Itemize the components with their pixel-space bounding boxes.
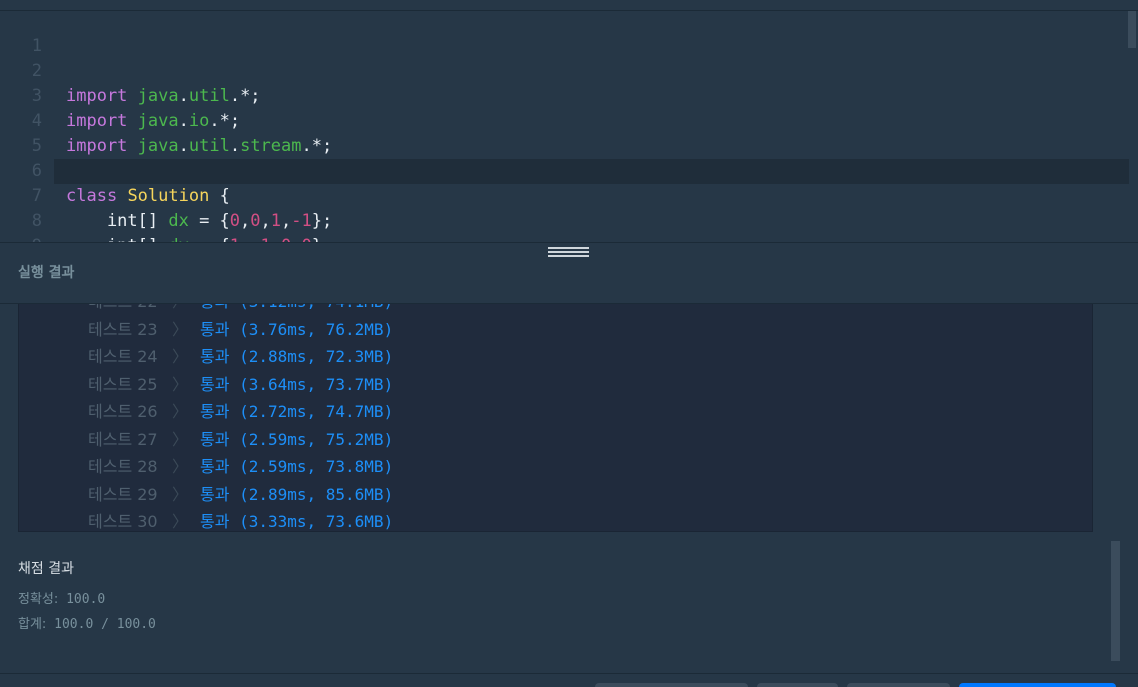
line-number: 9 — [0, 234, 42, 242]
result-row: 테스트 29 〉 통과 (2.89ms, 85.6MB) — [19, 481, 1092, 508]
code-line[interactable]: 2 — [0, 59, 1128, 84]
test-name: 테스트 28 — [88, 457, 158, 476]
test-status: 통과 (3.12ms, 74.1MB) — [200, 304, 393, 315]
total-label: 합계: — [18, 617, 47, 632]
chevron-right-icon: 〉 — [172, 319, 189, 339]
test-name: 테스트 25 — [88, 374, 158, 394]
result-row: 테스트 24 〉 통과 (2.88ms, 72.3MB) — [19, 343, 1092, 370]
code-text: import java.util.stream.*; — [66, 136, 333, 156]
editor-scrollbar[interactable] — [1128, 11, 1136, 48]
test-status: 통과 (2.72ms, 74.7MB) — [200, 402, 394, 421]
test-name: 테스트 27 — [88, 429, 158, 449]
accuracy-line: 정확성: 100.0 — [18, 591, 156, 616]
code-line[interactable]: 4 import java.io.*; — [0, 109, 1128, 134]
line-number: 6 — [31, 161, 42, 181]
result-row: 테스트 30 〉 통과 (3.33ms, 73.6MB) — [19, 508, 1092, 531]
output-scrollbar[interactable] — [1111, 541, 1120, 661]
code-line[interactable]: 5 import java.util.stream.*; — [0, 134, 1128, 159]
code-line[interactable]: 7 class Solution { — [0, 184, 1128, 209]
result-row: 테스트 25 〉 통과 (3.64ms, 73.7MB) — [19, 371, 1092, 398]
total-line: 합계: 100.0 / 100.0 — [18, 616, 156, 641]
chevron-right-icon: 〉 — [172, 347, 189, 366]
toolbar-button-1[interactable] — [595, 683, 748, 687]
test-status: 통과 (2.59ms, 73.8MB) — [200, 457, 394, 476]
code-text: import java.io.*; — [66, 111, 241, 131]
test-name: 테스트 23 — [88, 319, 158, 339]
result-row: 테스트 28 〉 통과 (2.59ms, 73.8MB) — [19, 453, 1092, 480]
test-status: 통과 (2.59ms, 75.2MB) — [200, 429, 394, 449]
test-name: 테스트 22 — [88, 304, 158, 315]
test-status: 통과 (2.89ms, 85.6MB) — [200, 484, 394, 504]
line-number: 1 — [31, 36, 42, 56]
code-line[interactable]: 9 int[] dy = {1,-1,0,0}; — [0, 234, 1128, 242]
submit-button[interactable] — [959, 683, 1116, 687]
bottom-toolbar — [0, 673, 1138, 687]
code-text: int[] dy = {1,-1,0,0}; — [66, 234, 332, 242]
test-name: 테스트 26 — [88, 402, 158, 421]
test-name: 테스트 29 — [88, 484, 158, 504]
result-row: 테스트 27 〉 통과 (2.59ms, 75.2MB) — [19, 426, 1092, 453]
drag-handle-icon[interactable] — [548, 247, 589, 259]
top-strip — [0, 0, 1138, 11]
panel-splitter[interactable]: 실행 결과 — [0, 242, 1138, 304]
chevron-right-icon: 〉 — [172, 429, 189, 449]
result-row: 테스트 26 〉 통과 (2.72ms, 74.7MB) — [19, 398, 1092, 425]
line-number: 7 — [31, 186, 42, 206]
result-row: 테스트 22 〉 통과 (3.12ms, 74.1MB) — [19, 304, 1092, 315]
grading-title: 채점 결과 — [18, 561, 74, 577]
code-line[interactable]: 1 — [0, 34, 1128, 59]
test-name: 테스트 24 — [88, 347, 158, 366]
code-line[interactable]: 8 int[] dx = {0,0,1,-1}; — [0, 209, 1128, 234]
toolbar-button-2[interactable] — [757, 683, 838, 687]
result-title: 실행 결과 — [18, 265, 75, 281]
results-panel: 테스트 22 〉 통과 (3.12ms, 74.1MB) 테스트 23 〉 통과 (3.7… — [18, 304, 1093, 532]
test-status: 통과 (2.88ms, 72.3MB) — [200, 347, 394, 366]
chevron-right-icon: 〉 — [172, 457, 189, 476]
result-row: 테스트 23 〉 통과 (3.76ms, 76.2MB) — [19, 316, 1092, 343]
test-status: 통과 (3.33ms, 73.6MB) — [200, 512, 394, 531]
code-line[interactable]: 3 import java.util.*; — [0, 84, 1128, 109]
chevron-right-icon: 〉 — [172, 304, 188, 315]
grading-summary: 채점 결과 정확성: 100.0 합계: 100.0 / 100.0 — [18, 558, 156, 641]
chevron-right-icon: 〉 — [172, 512, 189, 531]
line-number: 2 — [31, 61, 42, 81]
code-line[interactable]: 6 — [0, 159, 1128, 184]
toolbar-button-3[interactable] — [847, 683, 950, 687]
line-number: 8 — [31, 211, 42, 231]
accuracy-value: 100.0 — [66, 592, 106, 607]
test-status: 통과 (3.64ms, 73.7MB) — [200, 374, 394, 394]
test-name: 테스트 30 — [88, 512, 158, 531]
line-number: 3 — [31, 86, 42, 106]
code-text: class Solution { — [66, 186, 230, 206]
test-status: 통과 (3.76ms, 76.2MB) — [200, 319, 394, 339]
chevron-right-icon: 〉 — [172, 402, 189, 421]
code-text: import java.util.*; — [66, 86, 261, 106]
code-editor[interactable]: 1 2 3 import java.util.*; 4 import java.io.*;… — [0, 11, 1138, 242]
chevron-right-icon: 〉 — [172, 374, 189, 394]
accuracy-label: 정확성: — [18, 592, 59, 607]
total-value: 100.0 / 100.0 — [54, 617, 156, 632]
line-number: 4 — [31, 111, 42, 131]
chevron-right-icon: 〉 — [172, 484, 189, 504]
line-number: 5 — [31, 136, 42, 156]
code-text: int[] dx = {0,0,1,-1}; — [66, 211, 333, 231]
